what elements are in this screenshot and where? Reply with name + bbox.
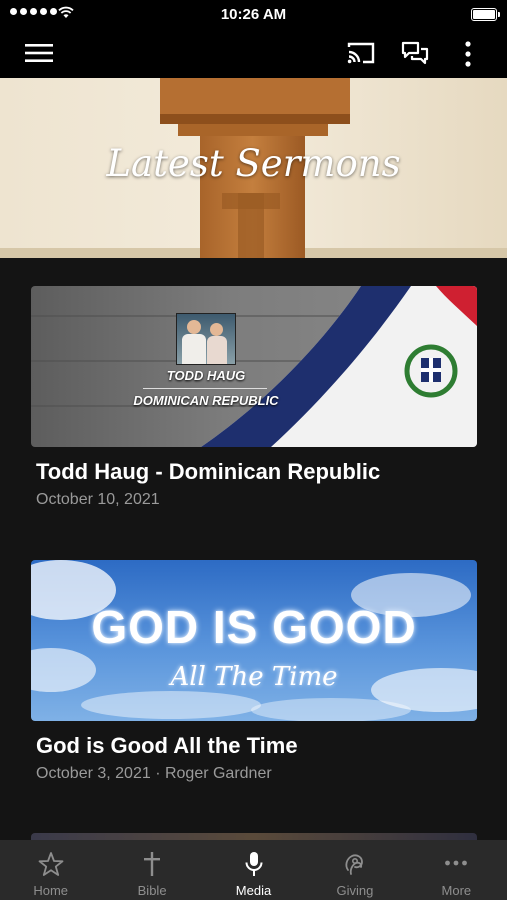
more-dots-icon	[445, 860, 468, 866]
tab-bar: Home Bible Media Giving More	[0, 840, 507, 900]
portrait-photo	[176, 313, 236, 365]
more-vertical-icon[interactable]	[458, 40, 478, 68]
tab-label: Giving	[336, 883, 374, 898]
hamburger-menu-icon[interactable]	[25, 41, 53, 65]
thumbnail-caption-line2: DOMINICAN REPUBLIC	[133, 393, 279, 408]
tab-giving[interactable]: Giving	[304, 840, 405, 900]
microphone-icon	[245, 852, 263, 876]
sermon-card[interactable]: GOD IS GOOD All The Time God is Good All…	[31, 560, 477, 783]
battery-icon	[471, 8, 500, 21]
hero-title: Latest Sermons	[106, 142, 401, 185]
tab-label: Bible	[137, 883, 167, 898]
hero-banner: Latest Sermons	[0, 78, 507, 258]
sermon-title[interactable]: God is Good All the Time	[36, 733, 477, 759]
dominican-flag-graphic	[31, 286, 477, 447]
tab-bible[interactable]: Bible	[101, 840, 202, 900]
sermon-meta: October 3, 2021 · Roger Gardner	[36, 765, 272, 782]
tab-label: More	[441, 883, 472, 898]
star-icon	[38, 852, 64, 876]
tab-media[interactable]: Media	[203, 840, 304, 900]
cross-icon	[144, 852, 161, 876]
tab-label: Media	[235, 883, 272, 898]
tab-label: Home	[33, 883, 69, 898]
sermon-title[interactable]: Todd Haug - Dominican Republic	[36, 459, 477, 485]
cast-icon[interactable]	[346, 40, 376, 66]
status-bar: 10:26 AM	[0, 0, 507, 30]
tab-more[interactable]: More	[406, 840, 507, 900]
sermon-thumbnail[interactable]: GOD IS GOOD All The Time	[31, 560, 477, 721]
chat-icon[interactable]	[400, 40, 430, 66]
sermon-card[interactable]: TODD HAUG DOMINICAN REPUBLIC Todd Haug -…	[31, 286, 477, 509]
app-bar	[0, 30, 507, 78]
status-time: 10:26 AM	[220, 6, 287, 23]
thumbnail-caption-line2: All The Time	[170, 662, 338, 692]
thumbnail-caption-line1: TODD HAUG	[166, 368, 246, 383]
giving-icon	[345, 854, 363, 875]
thumbnail-caption-line1: GOD IS GOOD	[91, 601, 417, 653]
tab-home[interactable]: Home	[0, 840, 101, 900]
sermon-meta: October 10, 2021	[36, 491, 160, 508]
sermon-thumbnail[interactable]: TODD HAUG DOMINICAN REPUBLIC	[31, 286, 477, 447]
